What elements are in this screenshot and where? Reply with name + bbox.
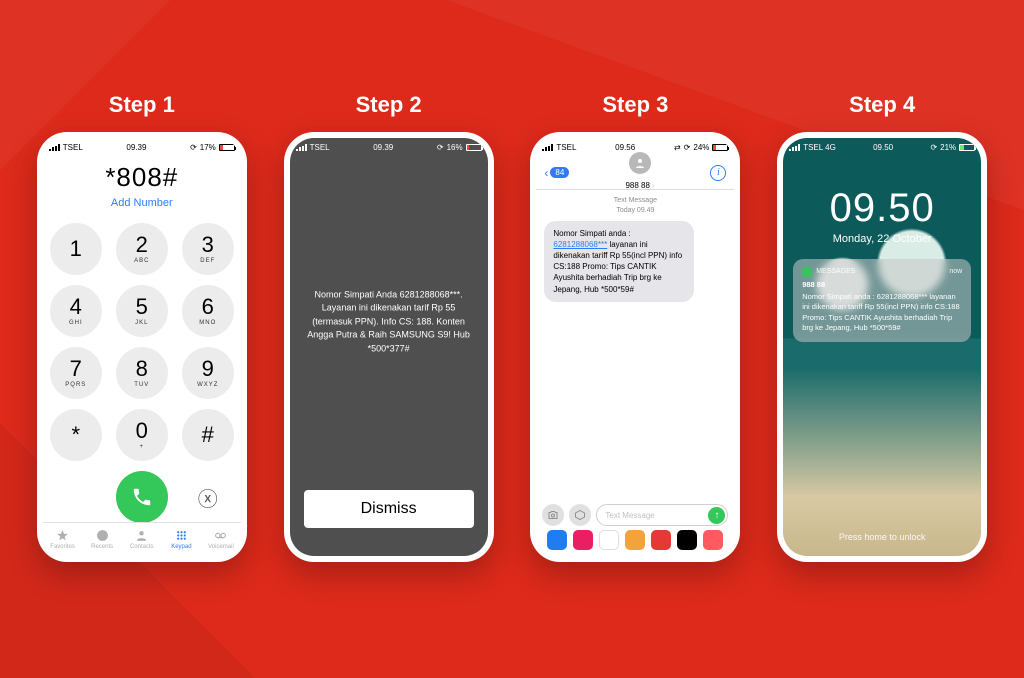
dock-app-3[interactable] bbox=[625, 530, 645, 550]
key-2[interactable]: 2ABC bbox=[116, 223, 168, 275]
status-bar: TSEL 09.39 ⟳16% bbox=[290, 138, 488, 156]
tab-keypad[interactable]: Keypad bbox=[162, 523, 202, 556]
phone-step-4: TSEL 4G 09.50 ⟳21% 09.50 Monday, 22 Octo… bbox=[777, 132, 987, 562]
key-*[interactable]: * bbox=[50, 409, 102, 461]
app-dock bbox=[536, 528, 734, 552]
back-button[interactable]: ‹84 bbox=[544, 166, 569, 180]
phone-step-3: TSEL 09.56 ⇄ ⟳24% ‹84 988 88› i Text Mes… bbox=[530, 132, 740, 562]
tab-recents[interactable]: Recents bbox=[82, 523, 122, 556]
tab-voicemail[interactable]: Voicemail bbox=[201, 523, 241, 556]
sms-bubble: Nomor Simpati anda : 6281288068*** layan… bbox=[544, 221, 694, 302]
call-button[interactable] bbox=[116, 471, 168, 523]
step-1-label: Step 1 bbox=[37, 92, 247, 118]
signal-icon bbox=[789, 144, 800, 151]
notification-card[interactable]: MESSAGES now 988 88 Nomor Simpati anda :… bbox=[793, 259, 971, 342]
dock-app-6[interactable] bbox=[703, 530, 723, 550]
status-bar: TSEL 09.39 ⟳17% bbox=[43, 138, 241, 156]
key-#[interactable]: # bbox=[182, 409, 234, 461]
battery-icon bbox=[466, 144, 482, 151]
add-number-link[interactable]: Add Number bbox=[43, 197, 241, 209]
dock-app-4[interactable] bbox=[651, 530, 671, 550]
phone-step-1: TSEL 09.39 ⟳17% *808# Add Number 1 2ABC 3D… bbox=[37, 132, 247, 562]
message-input[interactable]: Text Message↑ bbox=[596, 504, 728, 526]
dock-app-2[interactable] bbox=[599, 530, 619, 550]
key-3[interactable]: 3DEF bbox=[182, 223, 234, 275]
key-6[interactable]: 6MNO bbox=[182, 285, 234, 337]
key-8[interactable]: 8TUV bbox=[116, 347, 168, 399]
step-3-label: Step 3 bbox=[530, 92, 740, 118]
tab-bar: Favorites Recents Contacts Keypad Voicem… bbox=[43, 522, 241, 556]
lockscreen-date: Monday, 22 October bbox=[783, 233, 981, 245]
send-button[interactable]: ↑ bbox=[708, 507, 725, 524]
camera-button[interactable] bbox=[542, 504, 564, 526]
dock-app-5[interactable] bbox=[677, 530, 697, 550]
info-button[interactable]: i bbox=[710, 165, 726, 181]
phone-step-2: TSEL 09.39 ⟳16% Nomor Simpati Anda 62812… bbox=[284, 132, 494, 562]
messages-app-icon bbox=[802, 267, 812, 277]
key-4[interactable]: 4GHI bbox=[50, 285, 102, 337]
step-4-label: Step 4 bbox=[777, 92, 987, 118]
tab-contacts[interactable]: Contacts bbox=[122, 523, 162, 556]
battery-icon bbox=[219, 144, 235, 151]
lockscreen-time: 09.50 bbox=[783, 186, 981, 231]
battery-icon bbox=[712, 144, 728, 151]
thread-timestamp: Text MessageToday 09.49 bbox=[536, 196, 734, 216]
step-2-label: Step 2 bbox=[284, 92, 494, 118]
key-9[interactable]: 9WXYZ bbox=[182, 347, 234, 399]
key-7[interactable]: 7PQRS bbox=[50, 347, 102, 399]
ussd-message: Nomor Simpati Anda 6281288068***. Layana… bbox=[304, 288, 474, 356]
key-1[interactable]: 1 bbox=[50, 223, 102, 275]
signal-icon bbox=[296, 144, 307, 151]
key-5[interactable]: 5JKL bbox=[116, 285, 168, 337]
delete-button[interactable]: ⓧ bbox=[182, 471, 234, 523]
dock-app-1[interactable] bbox=[573, 530, 593, 550]
contact-header[interactable]: 988 88› bbox=[625, 152, 654, 193]
unlock-hint: Press home to unlock bbox=[783, 532, 981, 542]
tab-favorites[interactable]: Favorites bbox=[43, 523, 83, 556]
key-0[interactable]: 0+ bbox=[116, 409, 168, 461]
dismiss-button[interactable]: Dismiss bbox=[304, 490, 474, 528]
status-bar: TSEL 09.56 ⇄ ⟳24% bbox=[536, 138, 734, 156]
dialed-number: *808# bbox=[43, 162, 241, 193]
signal-icon bbox=[49, 144, 60, 151]
apps-button[interactable] bbox=[569, 504, 591, 526]
battery-icon bbox=[959, 144, 975, 151]
dock-app-0[interactable] bbox=[547, 530, 567, 550]
signal-icon bbox=[542, 144, 553, 151]
status-bar: TSEL 4G 09.50 ⟳21% bbox=[783, 138, 981, 156]
